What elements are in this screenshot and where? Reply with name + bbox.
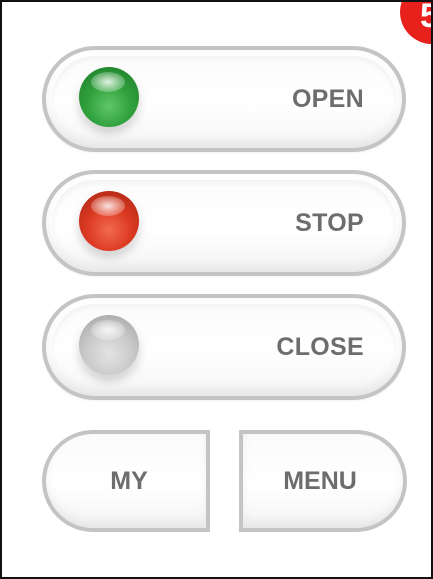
red-led-icon — [79, 191, 139, 251]
stop-button-label: STOP — [295, 209, 364, 237]
corner-badge-text: 5 — [420, 2, 431, 36]
menu-button-label: MENU — [283, 467, 357, 495]
my-button-label: MY — [110, 467, 148, 495]
close-button[interactable]: CLOSE — [42, 294, 406, 400]
open-button-label: OPEN — [291, 85, 364, 113]
green-led-icon — [79, 67, 139, 127]
gray-led-icon — [79, 315, 139, 375]
stop-button[interactable]: STOP — [42, 170, 406, 276]
remote-control-panel: 5 OPEN STOP CLOSE MY MENU — [0, 0, 433, 579]
close-button-label: CLOSE — [276, 333, 364, 361]
corner-badge: 5 — [400, 2, 431, 44]
open-button[interactable]: OPEN — [42, 46, 406, 152]
my-button[interactable]: MY — [42, 430, 210, 532]
menu-button[interactable]: MENU — [239, 430, 407, 532]
